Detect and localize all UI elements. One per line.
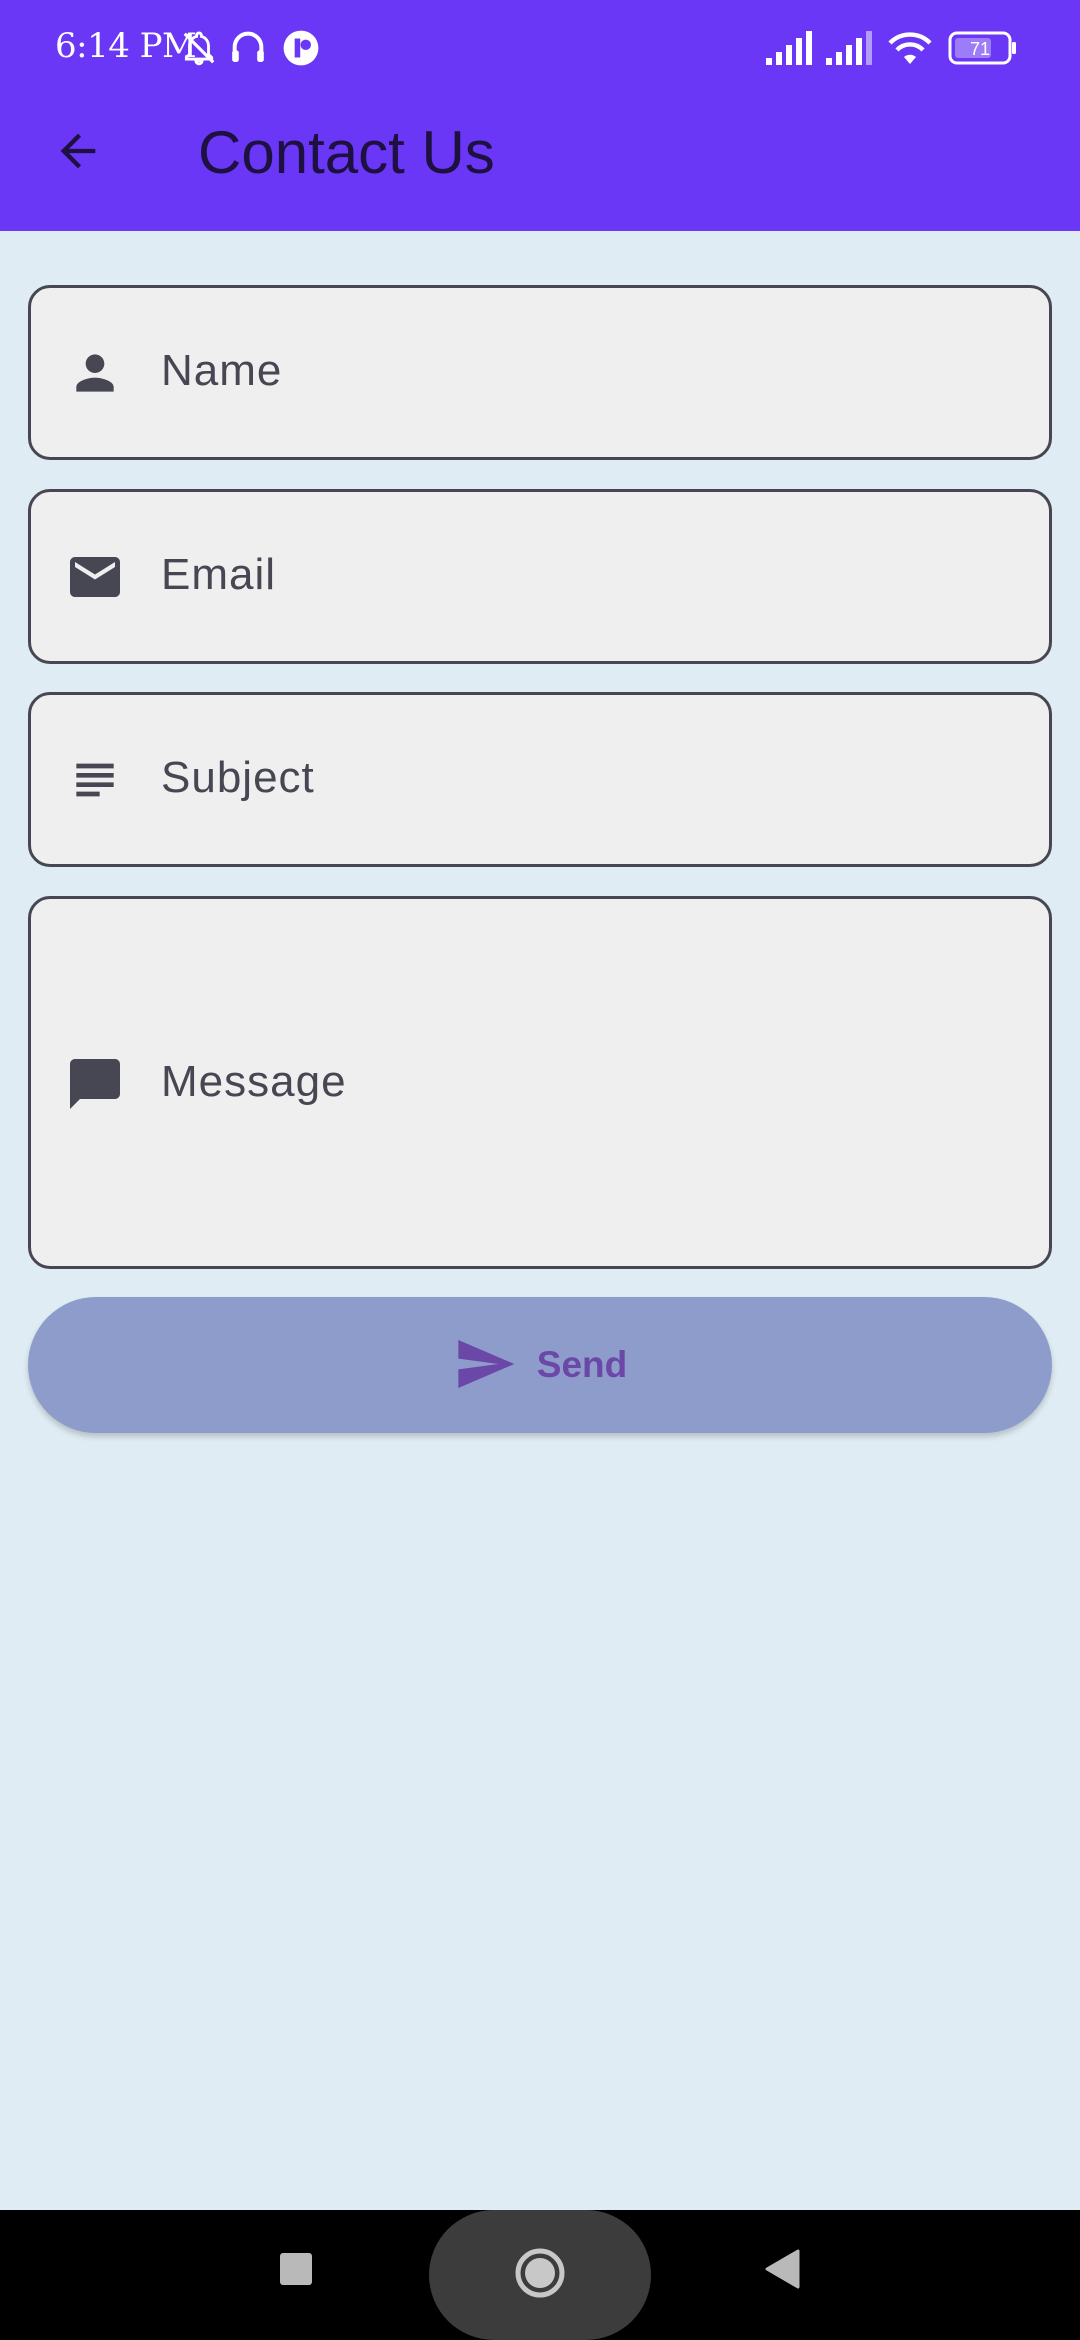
send-label: Send (536, 1344, 628, 1385)
back-button[interactable] (40, 115, 116, 191)
home-circle-icon (514, 2247, 566, 2304)
person-icon (65, 343, 125, 403)
message-field[interactable] (28, 896, 1052, 1269)
system-nav-bar (0, 2210, 1080, 2340)
app-notification-icon (282, 29, 320, 72)
battery-icon: 71 (948, 30, 1018, 71)
wifi-icon (886, 28, 934, 71)
subject-input[interactable] (161, 753, 1019, 803)
recents-square-icon (279, 2252, 313, 2291)
email-input[interactable] (161, 550, 1019, 600)
signal-icon (826, 30, 876, 71)
page-title: Contact Us (198, 119, 495, 186)
back-nav-button[interactable] (756, 2245, 808, 2297)
email-icon (65, 547, 125, 607)
status-time: 6:14 PM (55, 26, 197, 66)
arrow-back-icon (52, 125, 104, 182)
name-input[interactable] (161, 346, 1019, 396)
status-bar: 6:14 PM 71 (0, 0, 1080, 95)
message-icon (65, 1054, 125, 1114)
home-button[interactable] (429, 2210, 651, 2340)
email-field[interactable] (28, 489, 1052, 664)
send-button[interactable]: Send (28, 1297, 1052, 1433)
subject-field[interactable] (28, 692, 1052, 867)
signal-icon (766, 30, 816, 71)
subject-icon (65, 750, 125, 810)
headphones-icon (228, 26, 268, 73)
recents-button[interactable] (270, 2245, 322, 2297)
back-triangle-icon (764, 2249, 800, 2294)
message-input[interactable] (161, 1057, 1019, 1107)
bell-off-icon (180, 28, 218, 73)
name-field[interactable] (28, 285, 1052, 460)
send-icon (453, 1332, 517, 1399)
app-bar: Contact Us (0, 95, 1080, 231)
battery-level: 71 (970, 39, 990, 59)
